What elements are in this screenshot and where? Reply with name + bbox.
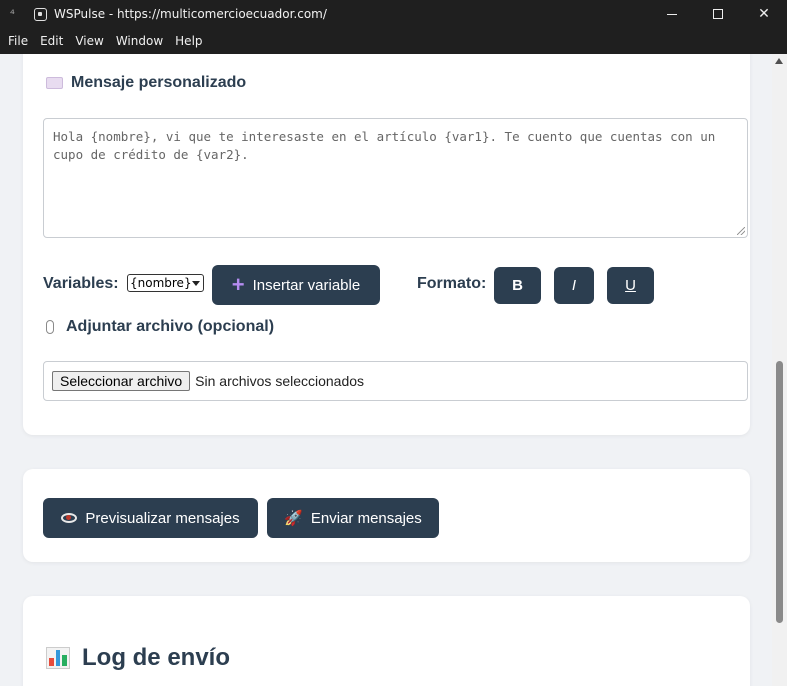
insert-variable-label: Insertar variable xyxy=(252,276,361,294)
variables-label: Variables: xyxy=(43,275,119,292)
underline-button[interactable]: U xyxy=(607,267,654,304)
preview-label: Previsualizar mensajes xyxy=(85,509,240,527)
log-title: Log de envío xyxy=(46,644,230,672)
minimize-button[interactable] xyxy=(649,0,695,28)
scroll-up-arrow-icon[interactable] xyxy=(775,58,783,64)
italic-button[interactable]: I xyxy=(554,267,594,304)
scroll-thumb[interactable] xyxy=(776,361,783,623)
log-card: Log de envío xyxy=(23,596,750,686)
eye-icon xyxy=(61,513,78,523)
format-label: Formato: xyxy=(417,275,487,292)
actions-card: Previsualizar mensajes 🚀 Enviar mensajes xyxy=(23,469,750,562)
maximize-icon xyxy=(713,9,723,19)
message-card: Mensaje personalizado Hola {nombre}, vi … xyxy=(23,54,750,435)
window-controls: ✕ xyxy=(649,0,787,28)
message-textarea[interactable]: Hola {nombre}, vi que te interesaste en … xyxy=(43,118,748,238)
message-section-title: Mensaje personalizado xyxy=(46,74,246,92)
system-logo-icon: ⁴ xyxy=(10,7,15,21)
choose-file-button[interactable]: Seleccionar archivo xyxy=(52,371,191,391)
send-label: Enviar mensajes xyxy=(310,509,422,527)
content-viewport: Mensaje personalizado Hola {nombre}, vi … xyxy=(0,54,772,686)
bar-chart-icon xyxy=(46,647,70,669)
preview-button[interactable]: Previsualizar mensajes xyxy=(43,498,258,538)
insert-variable-button[interactable]: + Insertar variable xyxy=(212,265,380,305)
menu-window[interactable]: Window xyxy=(110,34,169,48)
log-title-text: Log de envío xyxy=(82,644,231,671)
close-button[interactable]: ✕ xyxy=(741,0,787,28)
chevron-down-icon xyxy=(192,280,200,286)
app-icon xyxy=(34,7,47,21)
attachment-title-text: Adjuntar archivo (opcional) xyxy=(66,318,275,335)
menu-file[interactable]: File xyxy=(2,34,34,48)
send-button[interactable]: 🚀 Enviar mensajes xyxy=(267,498,439,538)
minimize-icon xyxy=(667,13,677,15)
menu-help[interactable]: Help xyxy=(169,34,208,48)
maximize-button[interactable] xyxy=(695,0,741,28)
title-bar: ⁴ WSPulse - https://multicomercioecuador… xyxy=(0,0,787,28)
close-icon: ✕ xyxy=(758,6,770,22)
resize-grip-icon[interactable] xyxy=(737,227,745,235)
message-title-text: Mensaje personalizado xyxy=(71,74,247,91)
menu-view[interactable]: View xyxy=(69,34,109,48)
file-status: Sin archivos seleccionados xyxy=(195,373,365,389)
bold-button[interactable]: B xyxy=(494,267,541,304)
message-text-line-2: cupo de crédito de {var2}. xyxy=(53,147,249,162)
menu-bar: File Edit View Window Help xyxy=(0,28,787,54)
variable-select[interactable]: {nombre} xyxy=(127,274,204,292)
envelope-icon xyxy=(46,77,63,89)
underline-label: U xyxy=(625,277,636,294)
variable-select-value: {nombre} xyxy=(130,276,192,290)
plus-icon: + xyxy=(231,272,245,297)
file-input[interactable]: Seleccionar archivo Sin archivos selecci… xyxy=(43,361,748,401)
attachment-section-title: Adjuntar archivo (opcional) xyxy=(46,318,274,336)
menu-edit[interactable]: Edit xyxy=(34,34,69,48)
bold-label: B xyxy=(512,277,523,294)
message-text-line-1: Hola {nombre}, vi que te interesaste en … xyxy=(53,129,716,144)
paperclip-icon xyxy=(46,320,54,334)
italic-label: I xyxy=(571,277,577,294)
vertical-scrollbar[interactable] xyxy=(772,54,787,686)
rocket-icon: 🚀 xyxy=(284,510,303,527)
window-title: WSPulse - https://multicomercioecuador.c… xyxy=(54,7,327,21)
